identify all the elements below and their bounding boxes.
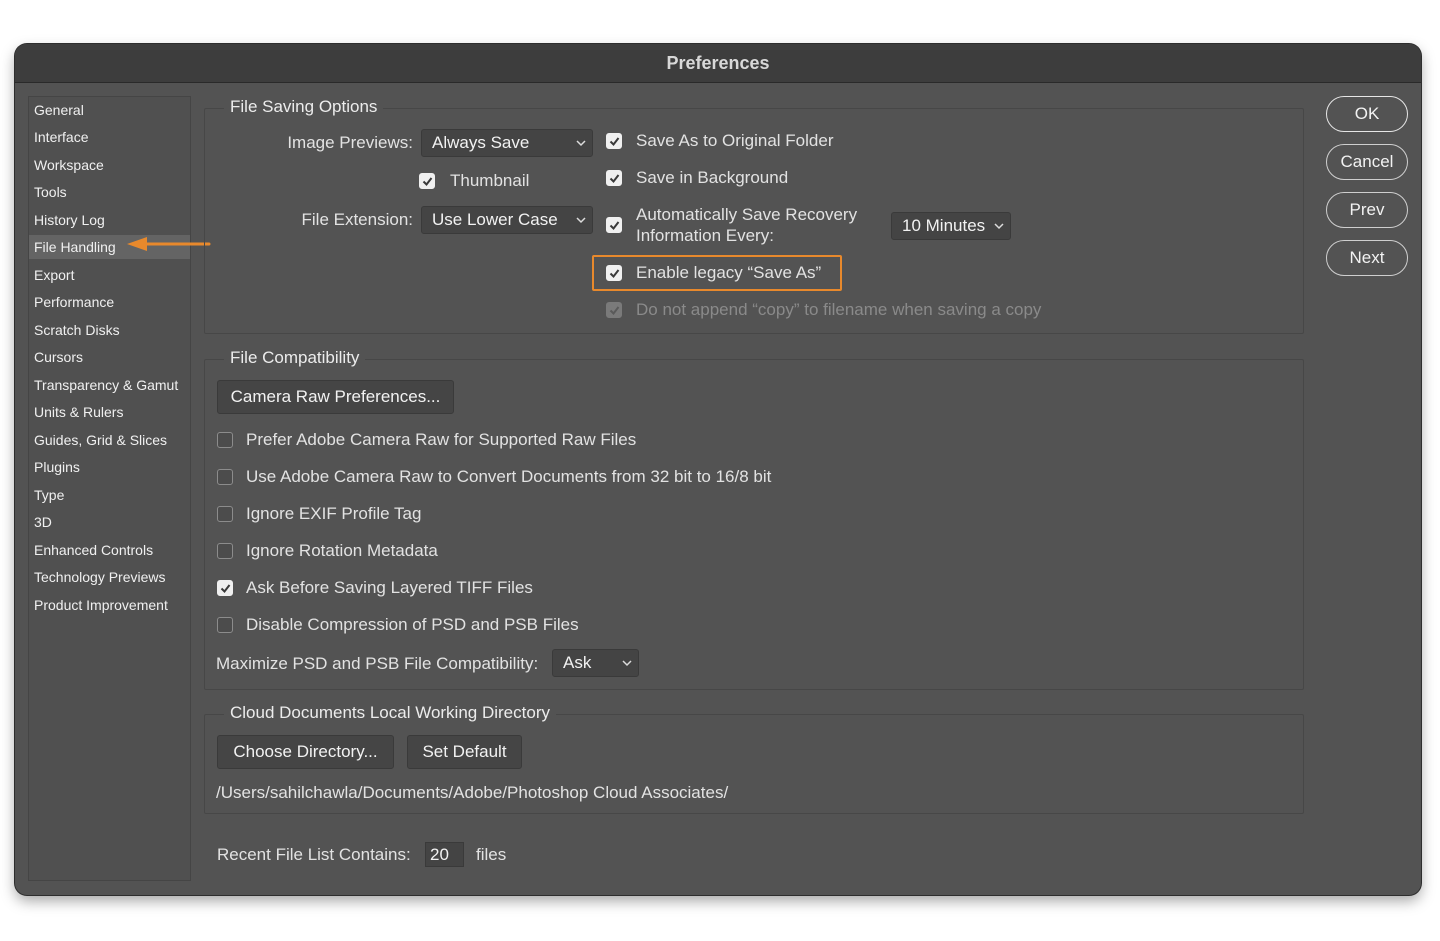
chevron-down-icon — [576, 140, 586, 147]
set-default-button[interactable]: Set Default — [407, 735, 522, 769]
file-compatibility-title: File Compatibility — [224, 348, 366, 368]
save-original-folder-label: Save As to Original Folder — [636, 131, 834, 150]
auto-save-interval-value: 10 Minutes — [902, 216, 986, 235]
checkmark-icon — [609, 137, 620, 147]
file-extension-label: File Extension: — [301, 210, 414, 229]
sidebar-item-guides-grid-slices[interactable]: Guides, Grid & Slices — [29, 428, 190, 452]
cancel-button[interactable]: Cancel — [1326, 144, 1408, 180]
sidebar-item-product-improvement[interactable]: Product Improvement — [29, 593, 190, 617]
recent-file-list-label: Recent File List Contains: — [217, 845, 411, 864]
prefer-camera-raw-label: Prefer Adobe Camera Raw for Supported Ra… — [246, 430, 637, 449]
maximize-compat-value: Ask — [563, 653, 592, 672]
ignore-rotation-checkbox[interactable] — [217, 543, 233, 559]
ignore-exif-label: Ignore EXIF Profile Tag — [246, 504, 422, 523]
sidebar-item-3d[interactable]: 3D — [29, 510, 190, 534]
recent-file-suffix: files — [476, 845, 507, 864]
sidebar-item-enhanced-controls[interactable]: Enhanced Controls — [29, 538, 190, 562]
legacy-save-as-label: Enable legacy “Save As” — [636, 263, 822, 282]
sidebar-item-interface[interactable]: Interface — [29, 125, 190, 149]
auto-save-interval-select[interactable]: 10 Minutes — [891, 212, 1011, 240]
prev-button[interactable]: Prev — [1326, 192, 1408, 228]
checkmark-icon — [609, 269, 620, 279]
cloud-documents-title: Cloud Documents Local Working Directory — [224, 703, 556, 723]
convert-32bit-label: Use Adobe Camera Raw to Convert Document… — [246, 467, 772, 486]
chevron-down-icon — [622, 660, 632, 667]
sidebar-item-technology-previews[interactable]: Technology Previews — [29, 565, 190, 589]
checkmark-icon — [422, 177, 433, 187]
sidebar-item-general[interactable]: General — [29, 98, 190, 122]
auto-save-label-line2: Information Every: — [636, 226, 774, 245]
camera-raw-preferences-button[interactable]: Camera Raw Preferences... — [217, 380, 454, 414]
window-title: Preferences — [15, 44, 1421, 83]
ignore-exif-checkbox[interactable] — [217, 506, 233, 522]
ignore-rotation-label: Ignore Rotation Metadata — [246, 541, 438, 560]
checkmark-icon — [609, 221, 620, 231]
next-button[interactable]: Next — [1326, 240, 1408, 276]
file-extension-value: Use Lower Case — [432, 210, 558, 229]
image-previews-select[interactable]: Always Save — [421, 129, 593, 157]
auto-save-checkbox[interactable] — [606, 217, 622, 233]
sidebar-item-workspace[interactable]: Workspace — [29, 153, 190, 177]
sidebar-item-units-rulers[interactable]: Units & Rulers — [29, 400, 190, 424]
ask-layered-tiff-checkbox[interactable] — [217, 580, 233, 596]
image-previews-label: Image Previews: — [287, 133, 413, 152]
thumbnail-label: Thumbnail — [450, 171, 530, 190]
image-previews-value: Always Save — [432, 133, 530, 152]
maximize-compat-label: Maximize PSD and PSB File Compatibility: — [216, 654, 539, 673]
preferences-window: Preferences General Interface Workspace … — [15, 44, 1421, 895]
sidebar-item-tools[interactable]: Tools — [29, 180, 190, 204]
checkmark-icon — [220, 584, 231, 594]
no-append-copy-checkbox — [606, 302, 622, 318]
convert-32bit-checkbox[interactable] — [217, 469, 233, 485]
preferences-sidebar: General Interface Workspace Tools Histor… — [28, 96, 191, 881]
recent-file-count-input[interactable]: 20 — [425, 842, 464, 867]
save-background-label: Save in Background — [636, 168, 789, 187]
disable-compression-label: Disable Compression of PSD and PSB Files — [246, 615, 579, 634]
sidebar-item-cursors[interactable]: Cursors — [29, 345, 190, 369]
maximize-compat-select[interactable]: Ask — [552, 649, 639, 677]
no-append-copy-label: Do not append “copy” to filename when sa… — [636, 300, 1042, 319]
sidebar-item-performance[interactable]: Performance — [29, 290, 190, 314]
sidebar-item-export[interactable]: Export — [29, 263, 190, 287]
sidebar-item-type[interactable]: Type — [29, 483, 190, 507]
annotation-arrow-icon — [127, 237, 211, 251]
sidebar-item-history-log[interactable]: History Log — [29, 208, 190, 232]
chevron-down-icon — [576, 217, 586, 224]
disable-compression-checkbox[interactable] — [217, 617, 233, 633]
prefer-camera-raw-checkbox[interactable] — [217, 432, 233, 448]
ask-layered-tiff-label: Ask Before Saving Layered TIFF Files — [246, 578, 533, 597]
auto-save-label-line1: Automatically Save Recovery — [636, 205, 858, 224]
sidebar-item-transparency-gamut[interactable]: Transparency & Gamut — [29, 373, 190, 397]
sidebar-item-plugins[interactable]: Plugins — [29, 455, 190, 479]
checkmark-icon — [609, 174, 620, 184]
ok-button[interactable]: OK — [1326, 96, 1408, 132]
checkmark-icon — [609, 306, 620, 316]
legacy-save-as-checkbox[interactable] — [606, 265, 622, 281]
chevron-down-icon — [994, 223, 1004, 230]
sidebar-item-scratch-disks[interactable]: Scratch Disks — [29, 318, 190, 342]
save-original-folder-checkbox[interactable] — [606, 133, 622, 149]
choose-directory-button[interactable]: Choose Directory... — [217, 735, 394, 769]
file-saving-options-title: File Saving Options — [224, 97, 384, 117]
file-extension-select[interactable]: Use Lower Case — [421, 206, 593, 234]
save-background-checkbox[interactable] — [606, 170, 622, 186]
cloud-directory-path: /Users/sahilchawla/Documents/Adobe/Photo… — [216, 783, 729, 802]
thumbnail-checkbox[interactable] — [419, 173, 435, 189]
